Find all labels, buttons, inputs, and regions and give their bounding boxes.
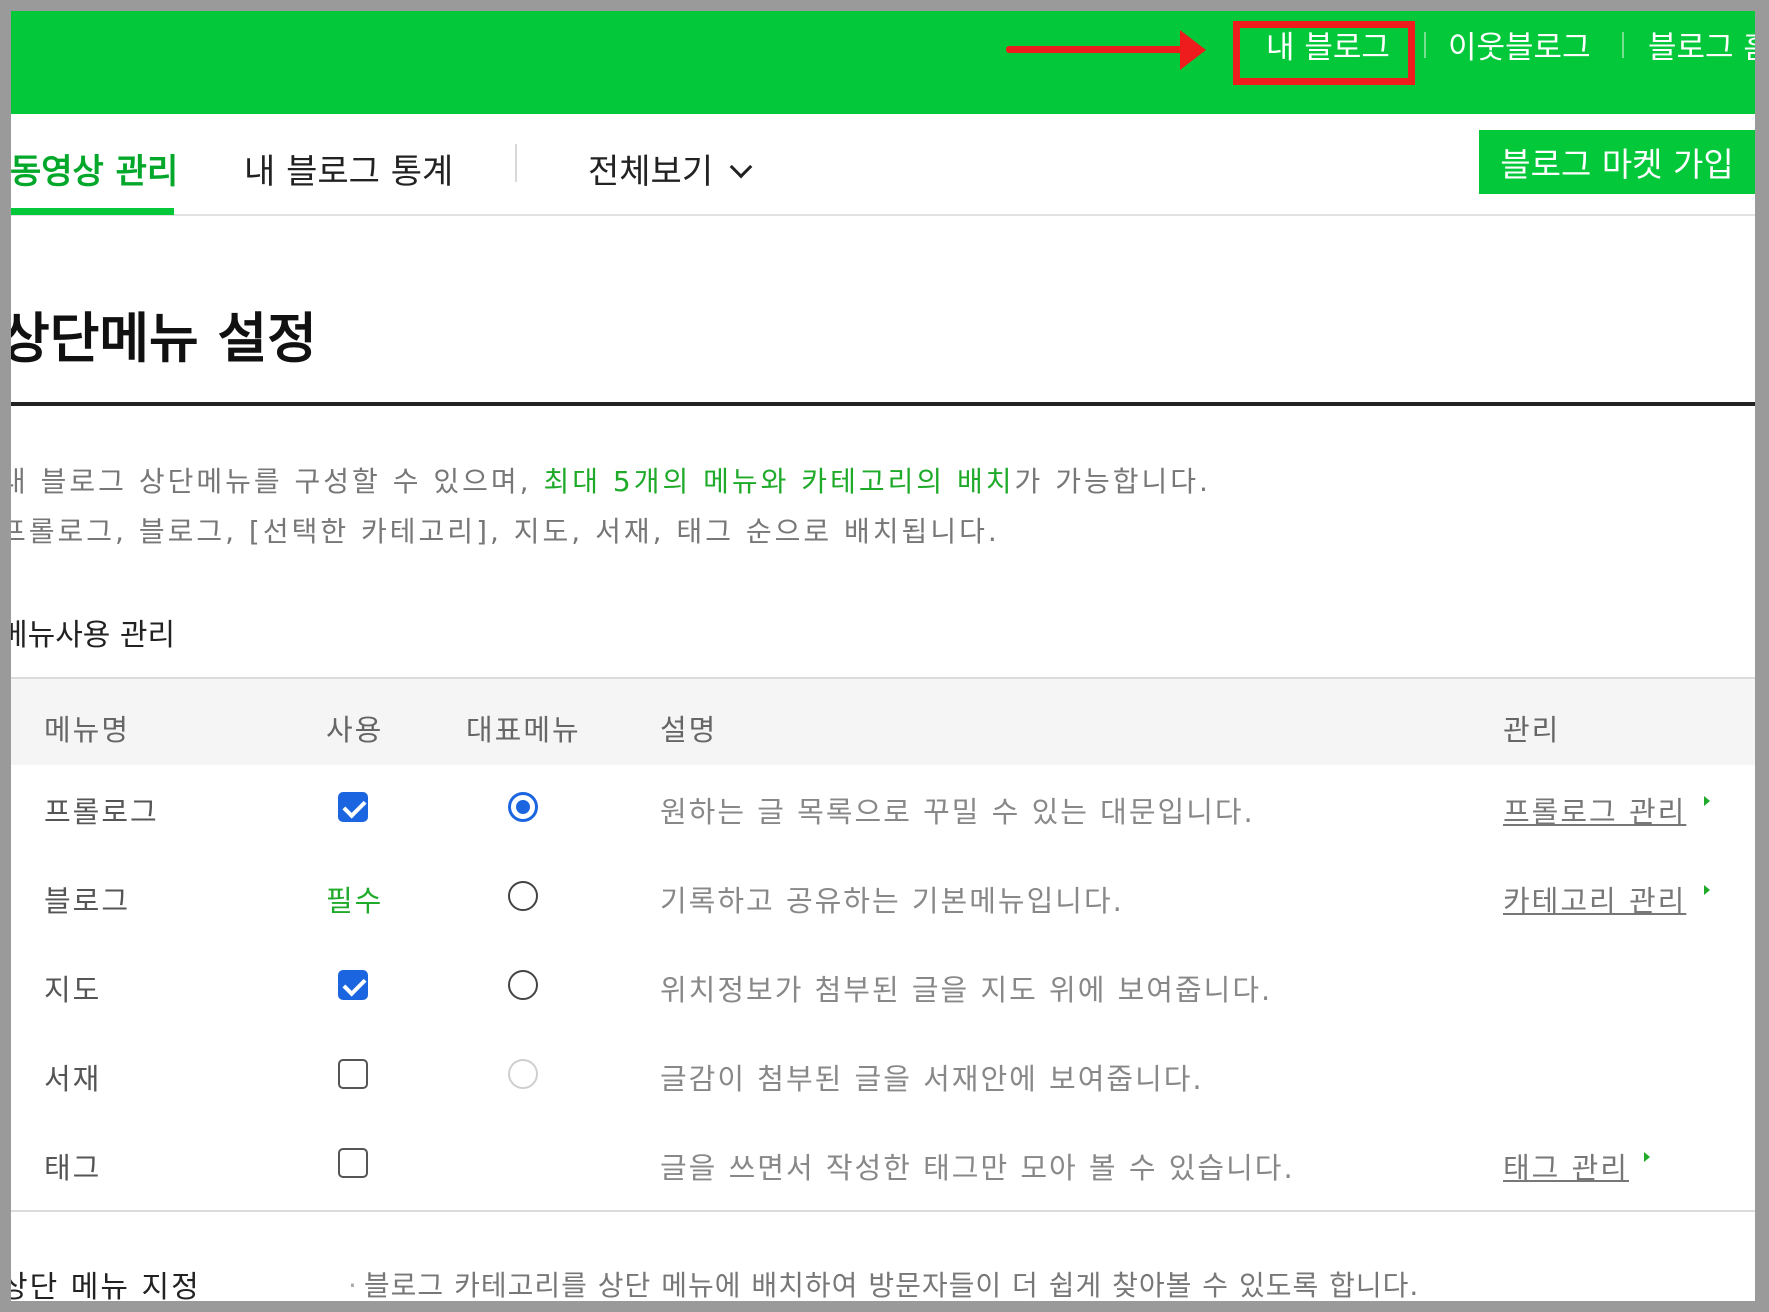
active-tab-indicator [0,208,174,215]
table-row: 서재 글감이 첨부된 글을 서재안에 보여줍니다. [0,1029,1769,1118]
annotation-arrow-head [1180,30,1206,70]
prologue-manage-link[interactable]: 프롤로그 관리 [1503,789,1686,831]
table-row: 프롤로그 원하는 글 목록으로 꾸밀 수 있는 대문입니다. 프롤로그 관리 [0,762,1769,851]
tab-blog-stats[interactable]: 내 블로그 통계 [244,144,453,193]
menu-description: 글감이 첨부된 글을 서재안에 보여줍니다. [660,1062,1204,1096]
main-menu-radio [508,1059,538,1089]
table-row: 지도 위치정보가 첨부된 글을 지도 위에 보여줍니다. [0,940,1769,1029]
header-main-menu: 대표메뉴 [466,713,581,747]
menu-name: 지도 [44,973,102,1007]
menu-description: 글을 쓰면서 작성한 태그만 모아 볼 수 있습니다. [660,1151,1295,1185]
use-checkbox[interactable] [338,1059,368,1089]
main-menu-radio[interactable] [508,970,538,1000]
top-menu-assign-note: · 블로그 카테고리를 상단 메뉴에 배치하여 방문자들이 더 쉽게 찾아볼 수 … [348,1264,1419,1304]
caret-right-icon [1704,796,1710,806]
view-all-dropdown[interactable]: 전체보기 [588,144,753,193]
blog-market-join-button[interactable]: 블로그 마켓 가입 [1479,130,1755,194]
menu-name: 블로그 [44,884,131,918]
menu-name: 프롤로그 [44,795,159,829]
menu-name: 태그 [44,1151,102,1185]
page-title: 상단메뉴 설정 [0,307,317,370]
top-bar: 내 블로그 이웃블로그 블로그 홈 [0,0,1769,114]
header-use: 사용 [326,713,384,747]
view-all-label: 전체보기 [588,152,714,192]
table-header: 메뉴명 사용 대표메뉴 설명 관리 [0,677,1769,765]
table-row: 블로그 필수 기록하고 공유하는 기본메뉴입니다. 카테고리 관리 [0,851,1769,940]
nav-divider [515,144,517,182]
caret-right-icon [1704,885,1710,895]
main-menu-radio[interactable] [508,881,538,911]
required-label: 필수 [326,884,384,918]
use-checkbox[interactable] [338,970,368,1000]
tab-video-manage[interactable]: 동영상 관리 [10,144,178,193]
main-menu-radio[interactable] [508,792,538,822]
header-description: 설명 [660,713,718,747]
annotation-highlight-box [1233,21,1415,85]
header-manage: 관리 [1503,713,1561,747]
use-checkbox[interactable] [338,1148,368,1178]
blog-home-link[interactable]: 블로그 홈 [1648,22,1769,67]
caret-right-icon [1644,1152,1650,1162]
top-menu-assign-label: 상단 메뉴 지정 [0,1270,201,1305]
table-row: 태그 글을 쓰면서 작성한 태그만 모아 볼 수 있습니다. 태그 관리 [0,1118,1769,1207]
description-line-1: 내 블로그 상단메뉴를 구성할 수 있으며, 최대 5개의 메뉴와 카테고리의 … [0,460,1211,500]
menu-description: 위치정보가 첨부된 글을 지도 위에 보여줍니다. [660,973,1273,1007]
title-divider [0,402,1769,406]
chevron-down-icon [729,155,753,179]
use-checkbox[interactable] [338,792,368,822]
menu-description: 기록하고 공유하는 기본메뉴입니다. [660,884,1124,918]
menu-description: 원하는 글 목록으로 꾸밀 수 있는 대문입니다. [660,795,1255,829]
annotation-arrow-shaft [1006,46,1186,53]
sub-navigation: 동영상 관리 내 블로그 통계 전체보기 블로그 마켓 가입 [0,114,1769,216]
description-text: 가 가능합니다. [1014,465,1211,498]
screenshot-frame: 내 블로그 이웃블로그 블로그 홈 동영상 관리 내 블로그 통계 전체보기 블… [0,0,1769,1312]
description-text: 내 블로그 상단메뉴를 구성할 수 있으며, [0,465,544,498]
top-divider [1424,32,1426,58]
table-bottom-border [0,1210,1769,1212]
bullet-icon: · [348,1269,358,1302]
description-highlight: 최대 5개의 메뉴와 카테고리의 배치 [543,465,1015,498]
neighbor-blog-link[interactable]: 이웃블로그 [1448,22,1591,67]
header-menu-name: 메뉴명 [44,713,131,747]
note-text: 블로그 카테고리를 상단 메뉴에 배치하여 방문자들이 더 쉽게 찾아볼 수 있… [363,1269,1420,1302]
tag-manage-link[interactable]: 태그 관리 [1503,1145,1629,1187]
description-line-2: 프롤로그, 블로그, [선택한 카테고리], 지도, 서재, 태그 순으로 배치… [0,515,1000,548]
category-manage-link[interactable]: 카테고리 관리 [1503,878,1686,920]
top-divider [1622,32,1624,58]
section-title: 메뉴사용 관리 [0,618,176,653]
menu-name: 서재 [44,1062,102,1096]
